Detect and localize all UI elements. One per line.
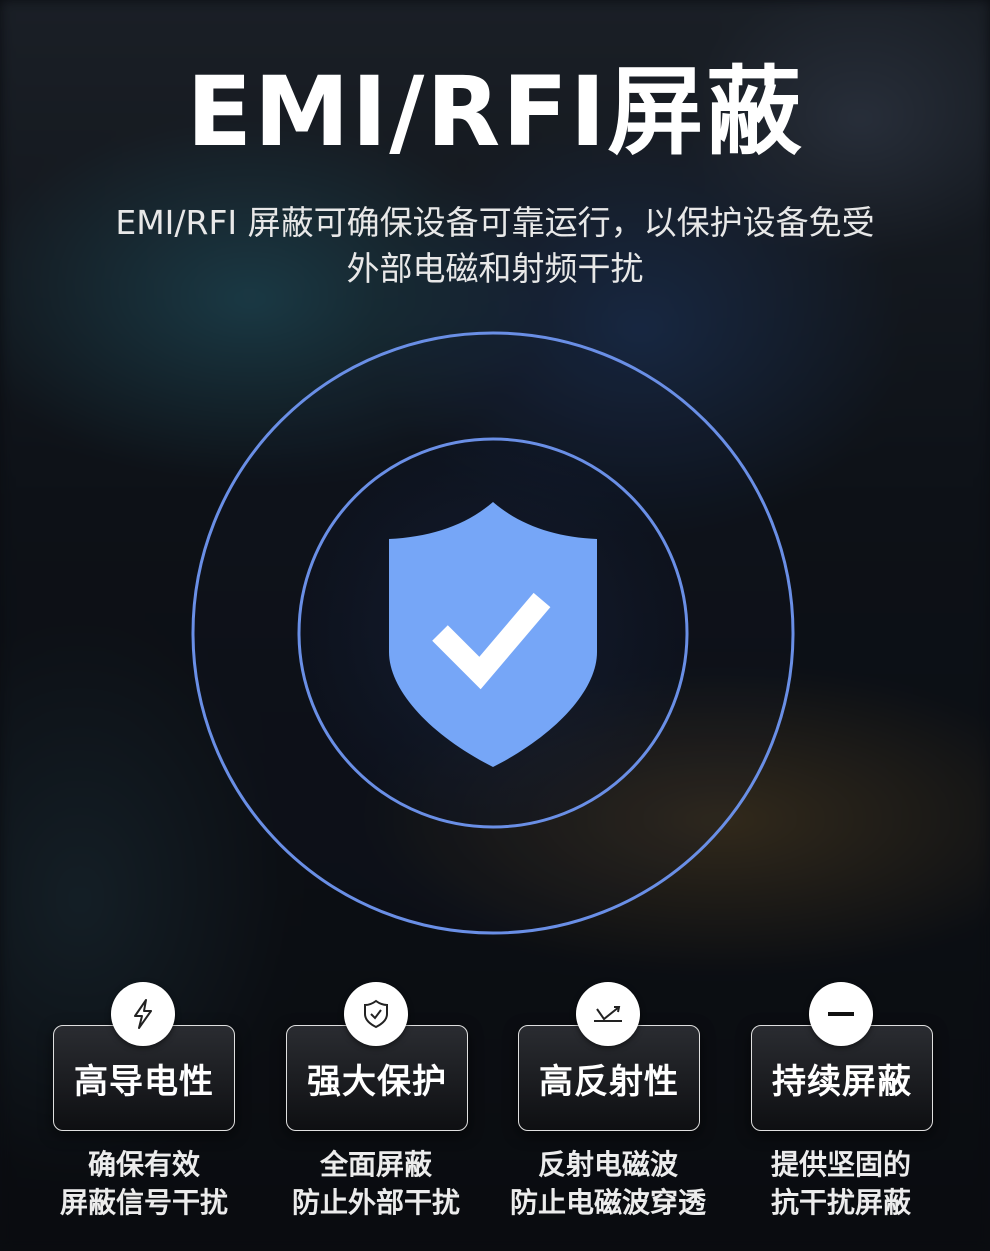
feature-label: 强大保护: [307, 1061, 447, 1102]
feature-label: 高反射性: [539, 1061, 679, 1102]
feature-desc-line-1: 反射电磁波: [537, 1148, 678, 1181]
feature-list: 高导电性 确保有效 屏蔽信号干扰 强大保护 全面屏蔽 防止外部干扰 高反射性 反…: [0, 0, 990, 1251]
feature-desc: 全面屏蔽 防止外部干扰: [266, 1146, 486, 1222]
minus-icon: [809, 982, 873, 1046]
reflect-arrow-icon: [576, 982, 640, 1046]
feature-desc-line-1: 确保有效: [87, 1148, 200, 1181]
feature-desc-line-2: 屏蔽信号干扰: [59, 1186, 228, 1219]
feature-label: 高导电性: [74, 1061, 214, 1102]
shield-check-icon: [344, 982, 408, 1046]
feature-desc: 提供坚固的 抗干扰屏蔽: [731, 1146, 951, 1222]
feature-desc-line-2: 抗干扰屏蔽: [770, 1186, 911, 1219]
feature-desc: 确保有效 屏蔽信号干扰: [34, 1146, 254, 1222]
lightning-icon: [111, 982, 175, 1046]
feature-desc: 反射电磁波 防止电磁波穿透: [498, 1146, 718, 1222]
feature-desc-line-1: 提供坚固的: [770, 1148, 911, 1181]
feature-desc-line-2: 防止外部干扰: [291, 1186, 460, 1219]
feature-desc-line-1: 全面屏蔽: [319, 1148, 432, 1181]
feature-desc-line-2: 防止电磁波穿透: [509, 1186, 706, 1219]
feature-label: 持续屏蔽: [772, 1061, 912, 1102]
